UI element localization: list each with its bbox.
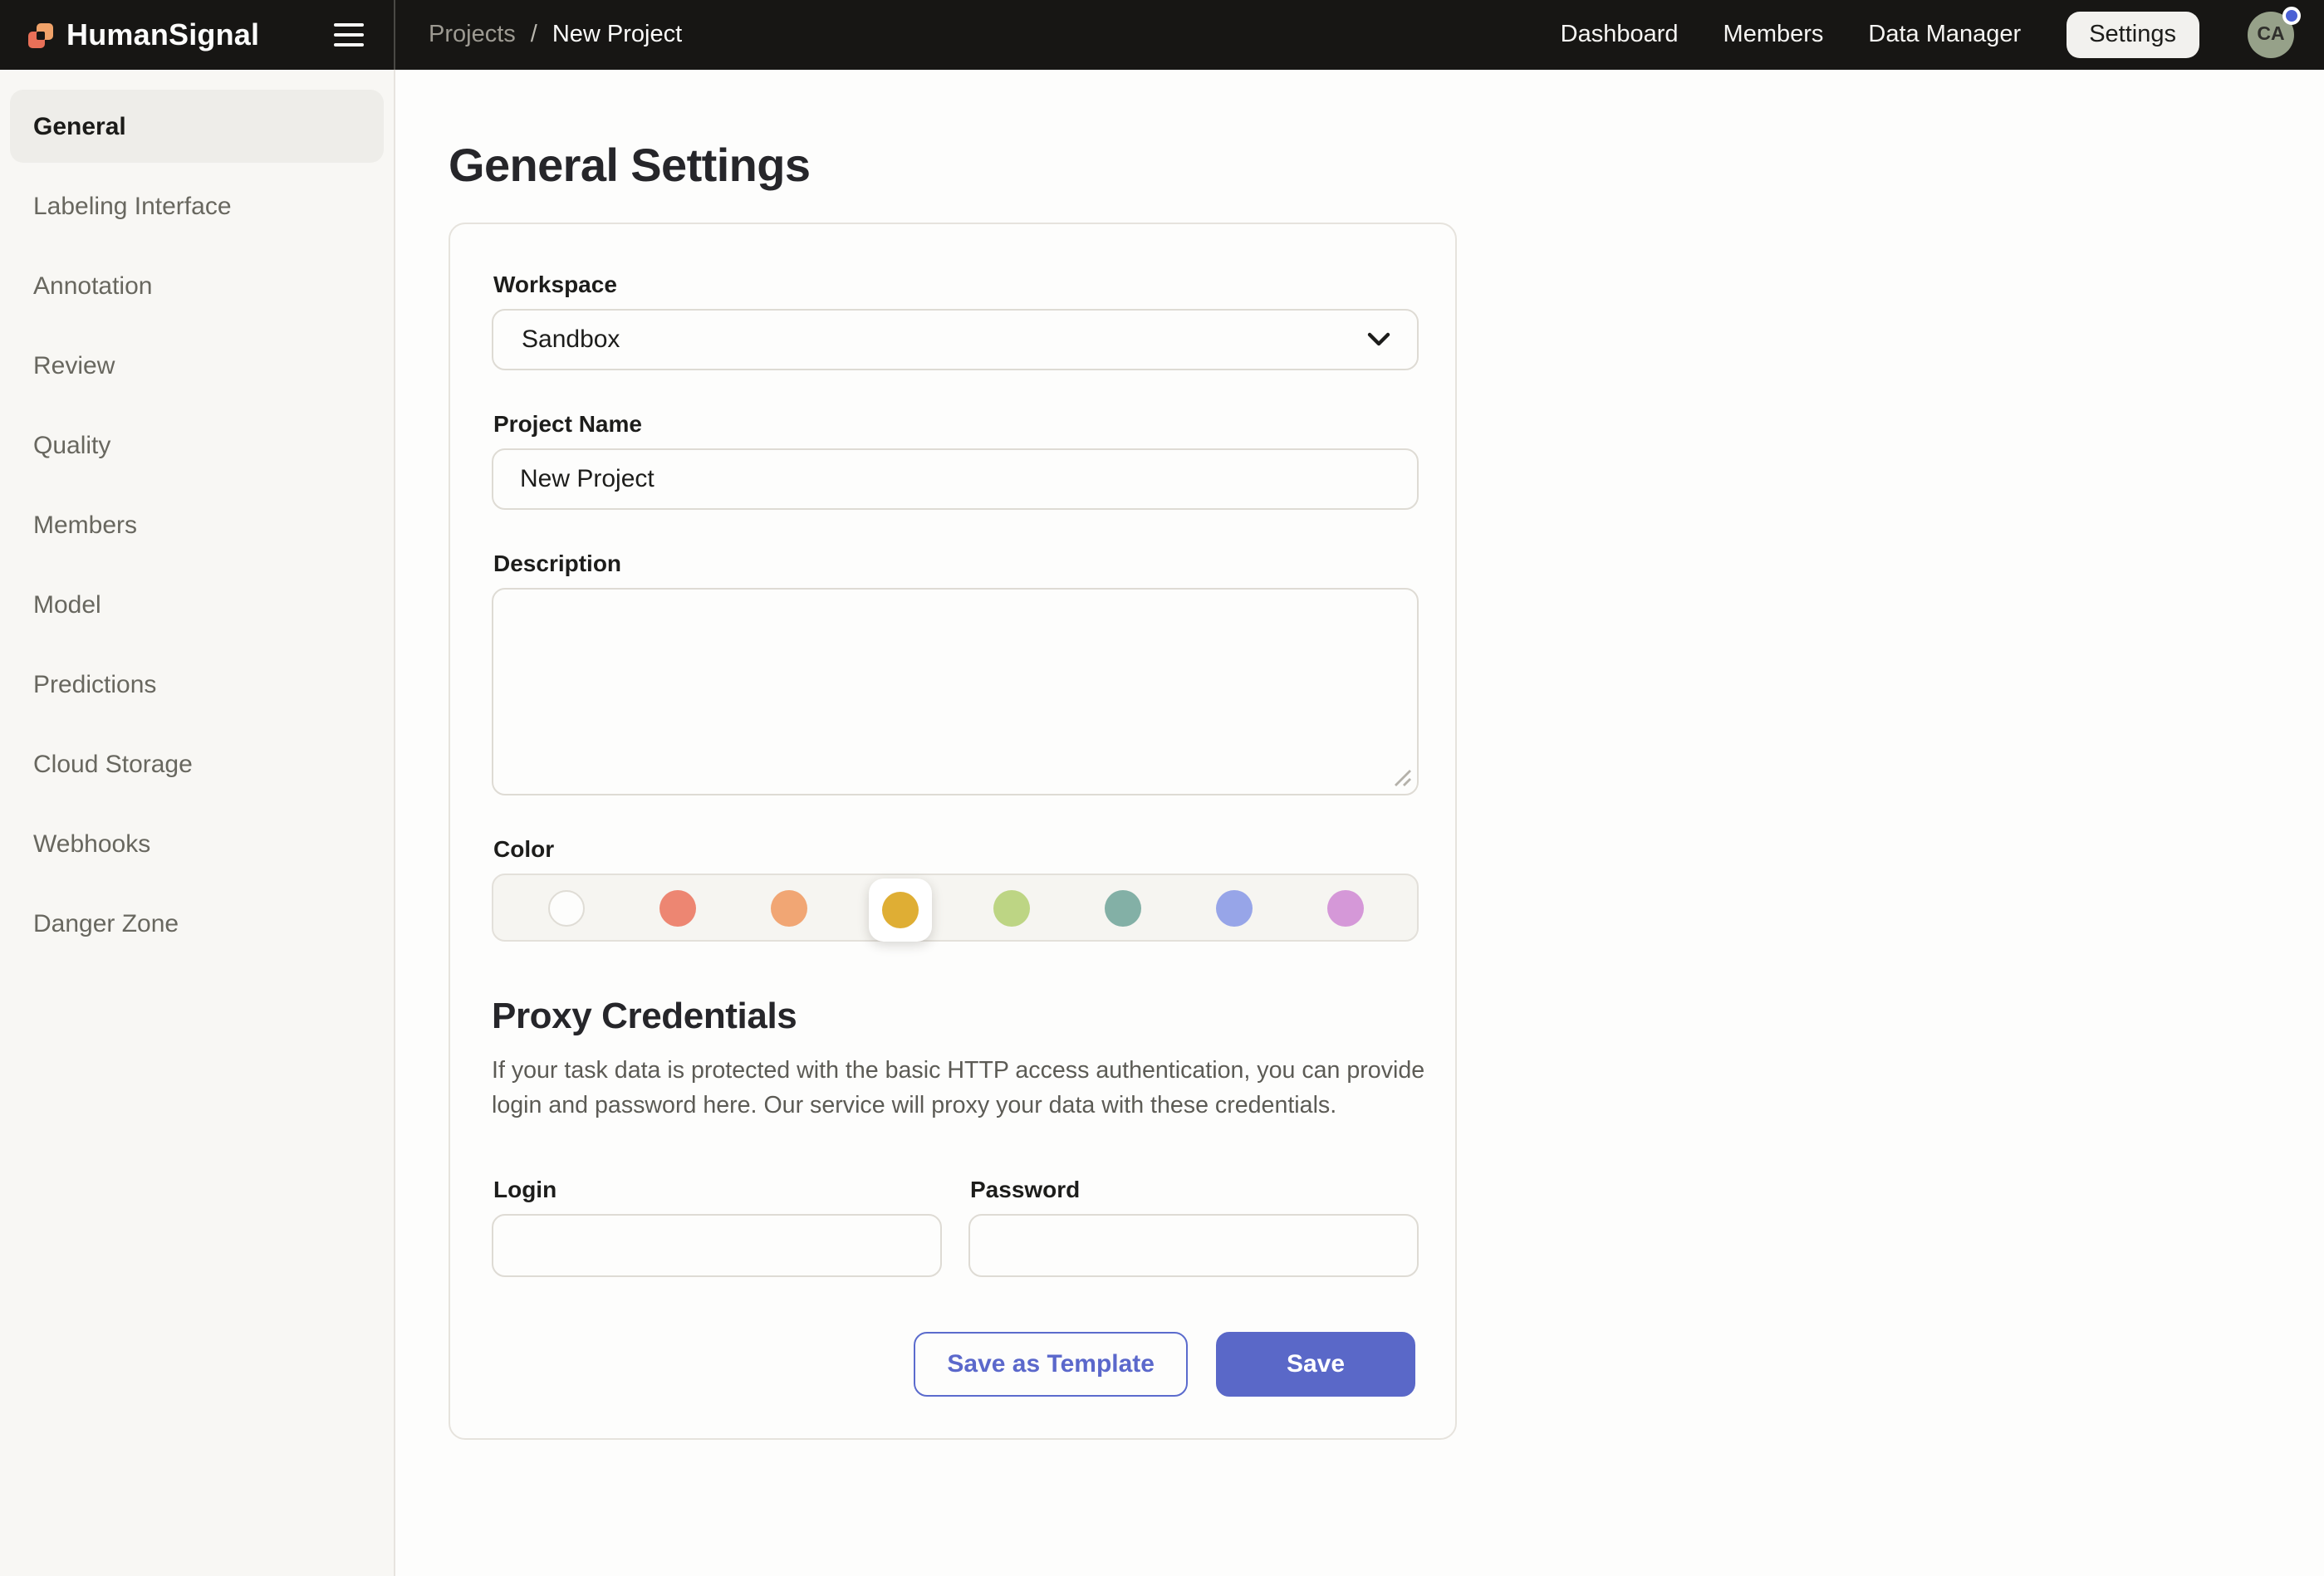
save-button[interactable]: Save — [1216, 1332, 1415, 1397]
password-input[interactable] — [968, 1214, 1419, 1277]
proxy-credentials-description: If your task data is protected with the … — [492, 1055, 1425, 1126]
top-navigation: Dashboard Members Data Manager Settings … — [1561, 12, 2294, 59]
breadcrumb-projects-link[interactable]: Projects — [429, 22, 516, 48]
save-as-template-button[interactable]: Save as Template — [914, 1332, 1188, 1397]
sidebar-item-predictions[interactable]: Predictions — [10, 648, 384, 721]
color-swatch-orange[interactable] — [770, 889, 807, 926]
color-swatch-white[interactable] — [547, 889, 584, 926]
form-actions: Save as Template Save — [492, 1332, 1415, 1397]
page-title: General Settings — [449, 139, 2324, 193]
nav-data-manager[interactable]: Data Manager — [1868, 22, 2021, 48]
project-name-input[interactable] — [492, 448, 1419, 510]
login-label: Login — [493, 1176, 942, 1202]
screen: HumanSignal Projects / New Project Dashb… — [0, 0, 2324, 1576]
password-label: Password — [970, 1176, 1419, 1202]
sidebar-item-review[interactable]: Review — [10, 329, 384, 402]
sidebar-item-quality[interactable]: Quality — [10, 409, 384, 482]
login-field: Login — [492, 1176, 942, 1277]
menu-icon[interactable] — [331, 16, 367, 54]
password-field: Password — [968, 1176, 1419, 1277]
nav-members[interactable]: Members — [1723, 22, 1824, 48]
color-label: Color — [493, 835, 1415, 862]
workspace-label: Workspace — [493, 271, 1415, 297]
sidebar-item-model[interactable]: Model — [10, 568, 384, 641]
humansignal-logo-icon — [28, 22, 53, 47]
topbar-brand-section: HumanSignal — [0, 0, 395, 70]
project-name-field: Project Name — [492, 410, 1415, 510]
sidebar-item-labeling-interface[interactable]: Labeling Interface — [10, 169, 384, 242]
chevron-down-icon — [1367, 332, 1390, 347]
credentials-row: Login Password — [492, 1176, 1415, 1277]
description-field: Description — [492, 550, 1415, 795]
color-swatch-teal[interactable] — [1104, 889, 1140, 926]
color-swatch-pink[interactable] — [1326, 889, 1363, 926]
proxy-credentials-title: Proxy Credentials — [492, 995, 1415, 1038]
color-swatch-blue[interactable] — [1215, 889, 1252, 926]
app-window: HumanSignal Projects / New Project Dashb… — [0, 0, 2324, 1576]
sidebar-item-general[interactable]: General — [10, 90, 384, 163]
color-swatch-green[interactable] — [993, 889, 1029, 926]
description-label: Description — [493, 550, 1415, 576]
online-status-dot — [2282, 7, 2301, 25]
sidebar-item-webhooks[interactable]: Webhooks — [10, 807, 384, 880]
workspace-selected-value: Sandbox — [522, 325, 620, 354]
description-textarea[interactable] — [492, 588, 1419, 795]
workspace-field: Workspace Sandbox — [492, 271, 1415, 370]
breadcrumb-current: New Project — [552, 22, 682, 48]
topbar-main: Projects / New Project Dashboard Members… — [395, 0, 2324, 70]
color-swatch-red[interactable] — [659, 889, 695, 926]
sidebar-item-danger-zone[interactable]: Danger Zone — [10, 887, 384, 960]
nav-dashboard[interactable]: Dashboard — [1561, 22, 1679, 48]
sidebar-item-cloud-storage[interactable]: Cloud Storage — [10, 727, 384, 800]
color-swatch-yellow-selected[interactable] — [881, 891, 918, 927]
breadcrumb: Projects / New Project — [429, 22, 682, 48]
project-name-label: Project Name — [493, 410, 1415, 437]
top-bar: HumanSignal Projects / New Project Dashb… — [0, 0, 2324, 70]
sidebar-item-members[interactable]: Members — [10, 488, 384, 561]
brand-name: HumanSignal — [66, 17, 259, 52]
sidebar-item-annotation[interactable]: Annotation — [10, 249, 384, 322]
general-settings-card: Workspace Sandbox Project Name Descripti… — [449, 223, 1457, 1440]
breadcrumb-separator: / — [531, 22, 537, 48]
login-input[interactable] — [492, 1214, 942, 1277]
main-content: General Settings Workspace Sandbox Proje… — [395, 70, 2324, 1576]
color-field: Color — [492, 835, 1415, 942]
settings-sidebar: General Labeling Interface Annotation Re… — [0, 70, 395, 1576]
workspace-select[interactable]: Sandbox — [492, 309, 1419, 370]
brand[interactable]: HumanSignal — [28, 17, 259, 52]
avatar-initials: CA — [2257, 25, 2284, 45]
nav-settings-active[interactable]: Settings — [2066, 12, 2199, 59]
selected-swatch-card — [868, 878, 931, 941]
color-swatch-row — [492, 874, 1419, 942]
user-avatar[interactable]: CA — [2248, 12, 2294, 58]
